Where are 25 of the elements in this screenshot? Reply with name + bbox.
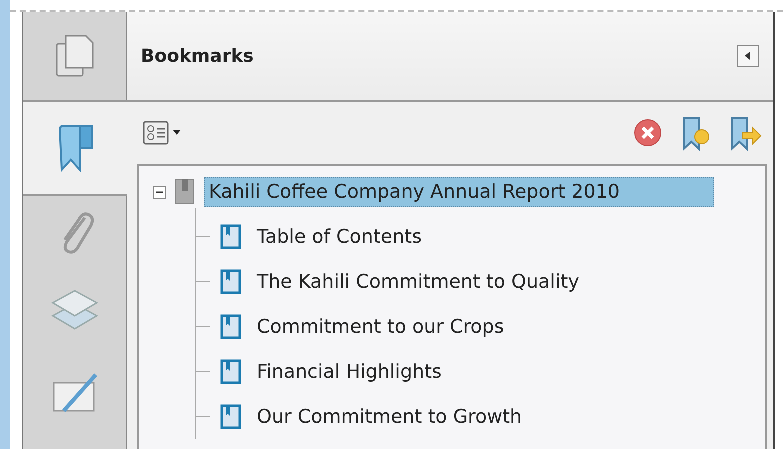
bookmark-icon bbox=[220, 314, 242, 340]
bookmark-icon bbox=[220, 358, 242, 384]
tree-item[interactable]: Our Commitment to Growth bbox=[252, 402, 528, 432]
layers-icon bbox=[50, 288, 100, 332]
collapse-toggle-icon[interactable] bbox=[153, 186, 166, 198]
tree-item[interactable]: Commitment to our Crops bbox=[252, 312, 510, 342]
caret-icon[interactable] bbox=[173, 130, 181, 136]
bookmark-icon bbox=[220, 268, 242, 294]
bookmark-arrow-icon[interactable] bbox=[729, 115, 763, 151]
tree-item[interactable]: Financial Highlights bbox=[252, 356, 447, 386]
collapse-arrow-icon bbox=[745, 52, 751, 60]
panel-title: Bookmarks bbox=[141, 46, 254, 66]
tree-item[interactable]: Table of Contents bbox=[252, 222, 427, 252]
collapse-button[interactable] bbox=[737, 45, 759, 67]
options-icon[interactable] bbox=[143, 121, 169, 145]
document-icon bbox=[174, 178, 196, 206]
tree-item[interactable]: Kahili Coffee Company Annual Report 2010 bbox=[204, 177, 714, 207]
bookmark-icon bbox=[220, 224, 242, 250]
tree-item[interactable]: The Kahili Commitment to Quality bbox=[252, 266, 584, 296]
delete-icon[interactable] bbox=[633, 118, 663, 148]
pages-icon bbox=[54, 34, 94, 78]
signature-icon bbox=[52, 373, 98, 413]
new-bookmark-icon[interactable] bbox=[681, 115, 711, 151]
bookmarks-tab[interactable] bbox=[23, 100, 128, 196]
bookmark-icon bbox=[220, 404, 242, 430]
